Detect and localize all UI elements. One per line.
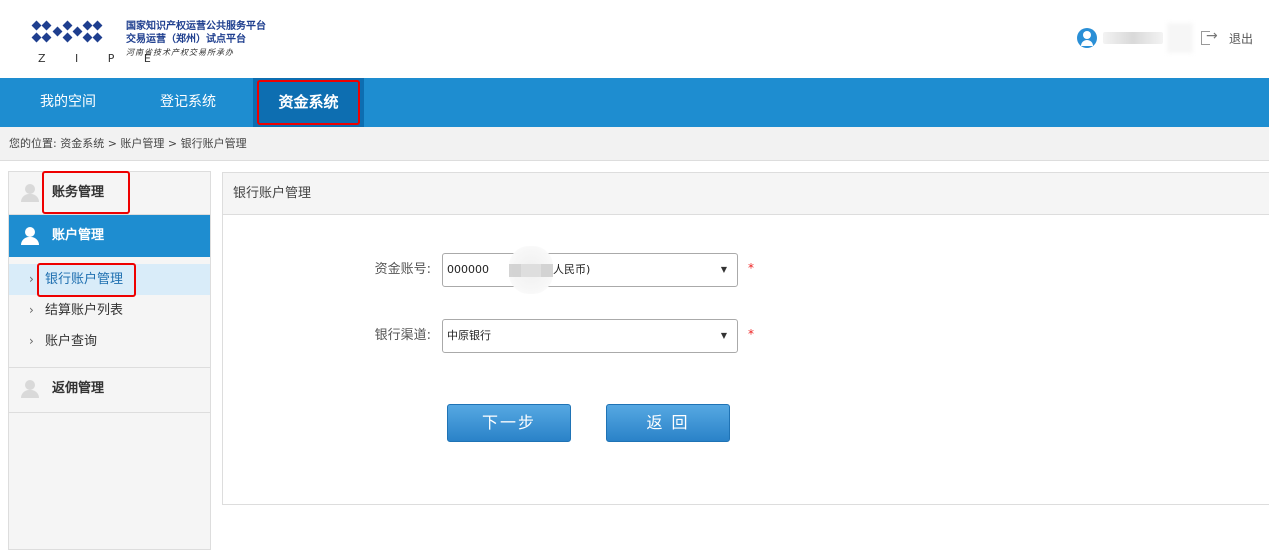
highlight-box <box>257 80 360 125</box>
nav-item-my-space[interactable]: 我的空间 <box>28 78 108 127</box>
title-line-2: 交易运营（郑州）试点平台 <box>126 34 246 45</box>
fund-account-label: 资金账号: <box>374 262 431 277</box>
sidebar-empty-area <box>9 412 210 549</box>
sidebar-submenu: › 银行账户管理 › 结算账户列表 › 账户查询 <box>9 263 210 357</box>
sidebar-item-settlement-list[interactable]: › 结算账户列表 <box>9 295 210 326</box>
nav-item-registration[interactable]: 登记系统 <box>148 78 228 127</box>
sidebar-section-accounting[interactable]: 账务管理 <box>9 171 210 214</box>
title-line-1: 国家知识产权运营公共服务平台 <box>126 21 266 32</box>
dropdown-caret-icon: ▼ <box>720 265 727 274</box>
fund-account-value-suffix: 人民币) <box>553 263 591 276</box>
bank-channel-label: 银行渠道: <box>374 328 431 343</box>
required-marker: * <box>748 261 754 275</box>
bank-channel-row: 银行渠道: 中原银行 ▼ * <box>223 319 823 353</box>
header: Z I P E 国家知识产权运营公共服务平台 交易运营（郑州）试点平台 河南省技… <box>0 0 1269 78</box>
highlight-box <box>42 171 130 214</box>
bank-channel-value: 中原银行 <box>447 329 491 342</box>
logout-icon[interactable]: → <box>1200 28 1221 47</box>
user-area: → 退出 <box>1076 23 1253 53</box>
user-icon <box>20 226 40 246</box>
chevron-right-icon: › <box>29 272 34 286</box>
redacted-bar <box>509 264 553 277</box>
sidebar-section-rebate[interactable]: 返佣管理 <box>9 368 210 410</box>
sidebar-item-account-query[interactable]: › 账户查询 <box>9 326 210 357</box>
username-redacted-blur <box>1166 23 1193 53</box>
sidebar: 账务管理 账户管理 › 银行账户管理 › 结算账户列表 › 账户查询 返佣管理 <box>8 171 211 550</box>
sidebar-item-bank-account[interactable]: › 银行账户管理 <box>9 263 210 297</box>
dropdown-caret-icon: ▼ <box>720 331 727 340</box>
logout-link[interactable]: 退出 <box>1229 30 1253 47</box>
bank-channel-select[interactable]: 中原银行 ▼ <box>442 319 738 353</box>
fund-account-value: 000000 <box>447 263 489 276</box>
sidebar-item-label: 账户查询 <box>45 334 98 349</box>
required-marker: * <box>748 327 754 341</box>
sidebar-section-account-management[interactable]: 账户管理 <box>9 215 210 257</box>
bank-account-panel: 银行账户管理 资金账号: 000000 人民币) ▼ * 银行渠道: 中原银行 … <box>222 172 1269 505</box>
chevron-right-icon: › <box>29 334 34 348</box>
nav-item-funds[interactable]: 资金系统 <box>253 78 364 127</box>
chevron-right-icon: › <box>29 303 34 317</box>
back-button[interactable]: 返 回 <box>606 404 730 442</box>
title-line-3: 河南省技术产权交易所承办 <box>126 48 234 57</box>
main-nav: 我的空间 登记系统 资金系统 <box>0 78 1269 127</box>
fund-account-row: 资金账号: 000000 人民币) ▼ * <box>223 246 823 294</box>
fund-account-select[interactable]: 000000 人民币) ▼ <box>442 246 738 294</box>
user-avatar-icon[interactable] <box>1076 28 1097 48</box>
next-button[interactable]: 下一步 <box>447 404 571 442</box>
highlight-box <box>37 263 136 297</box>
platform-title: 国家知识产权运营公共服务平台 交易运营（郑州）试点平台 河南省技术产权交易所承办 <box>126 20 266 60</box>
username-redacted <box>1102 32 1163 44</box>
panel-title: 银行账户管理 <box>223 173 1269 215</box>
sidebar-item-label: 结算账户列表 <box>45 303 124 318</box>
breadcrumb: 您的位置: 资金系统 > 账户管理 > 银行账户管理 <box>0 127 1269 161</box>
user-icon <box>20 379 40 399</box>
sidebar-section-label: 返佣管理 <box>52 381 105 396</box>
user-icon <box>20 183 40 203</box>
sidebar-section-label: 账户管理 <box>52 228 105 243</box>
